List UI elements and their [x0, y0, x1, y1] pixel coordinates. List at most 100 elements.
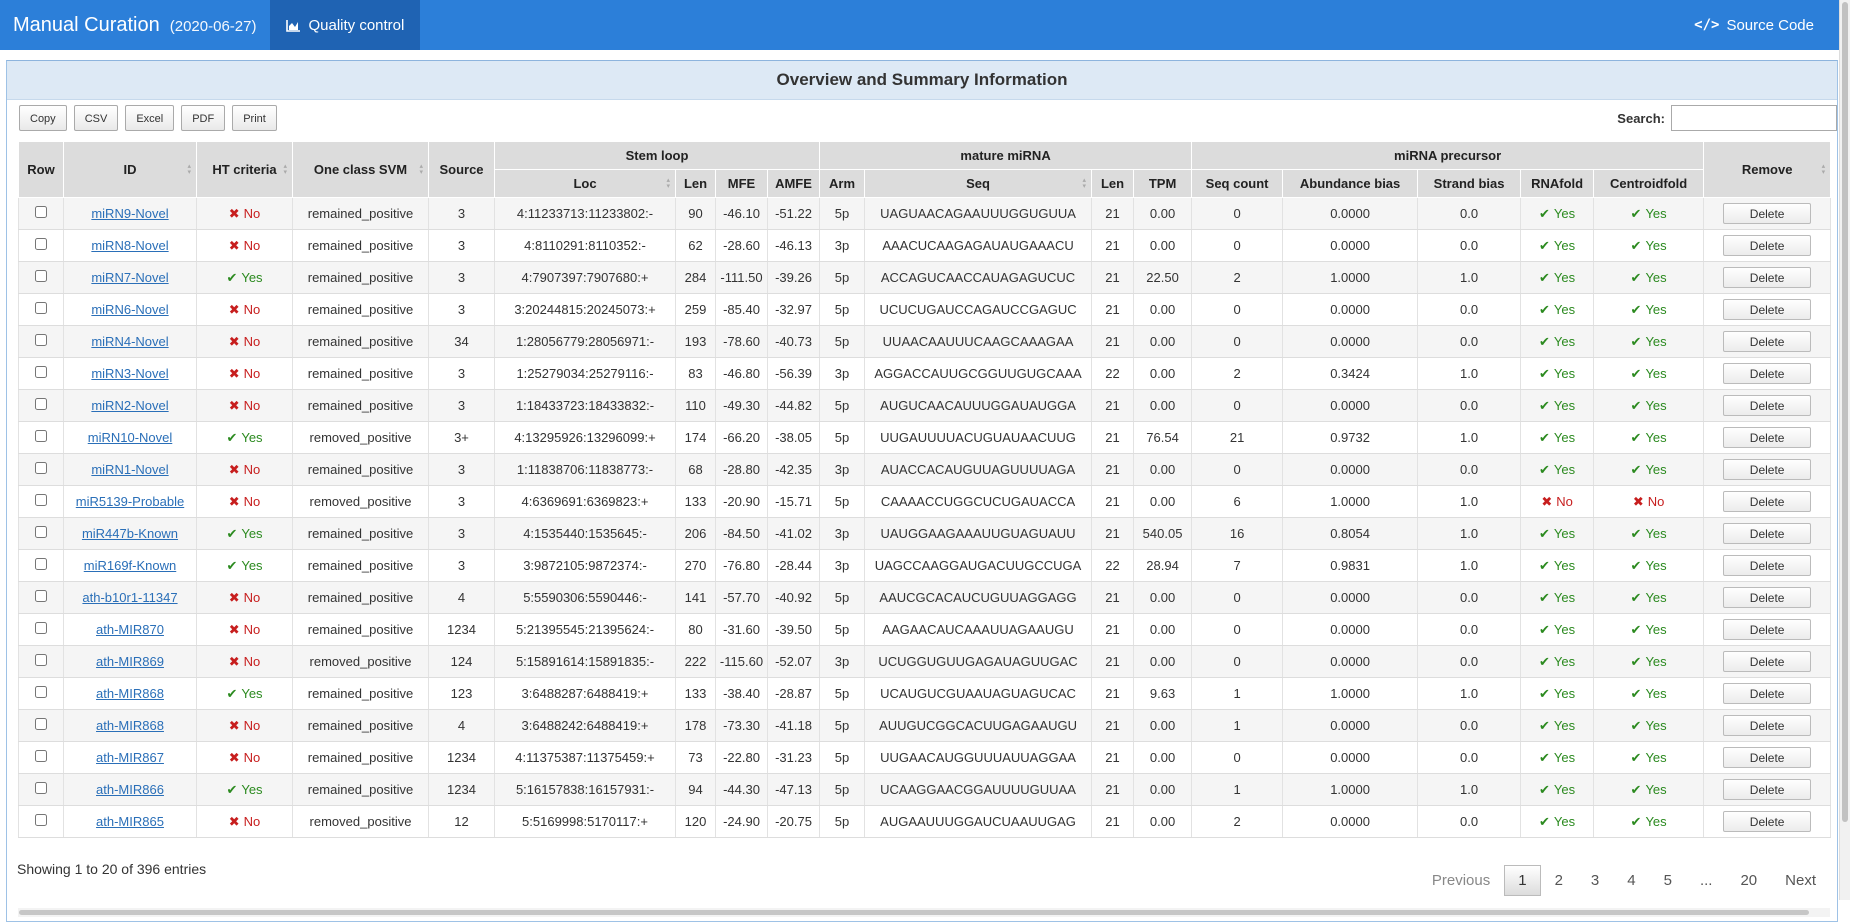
row-checkbox[interactable]: [35, 334, 47, 346]
row-checkbox[interactable]: [35, 782, 47, 794]
delete-button[interactable]: Delete: [1723, 555, 1812, 576]
row-checkbox[interactable]: [35, 622, 47, 634]
row-checkbox[interactable]: [35, 238, 47, 250]
row-checkbox[interactable]: [35, 750, 47, 762]
delete-button[interactable]: Delete: [1723, 523, 1812, 544]
nav-source-code[interactable]: </> Source Code: [1694, 17, 1840, 34]
header-mature-len[interactable]: Len: [1091, 169, 1135, 198]
page-button-4[interactable]: 4: [1613, 872, 1649, 889]
mirna-id-link[interactable]: ath-MIR865: [96, 814, 164, 829]
header-strand-bias[interactable]: Strand bias: [1417, 169, 1522, 198]
delete-button[interactable]: Delete: [1723, 811, 1812, 832]
row-checkbox[interactable]: [35, 590, 47, 602]
mirna-id-link[interactable]: miRN7-Novel: [91, 270, 168, 285]
print-button[interactable]: Print: [232, 105, 277, 131]
header-id[interactable]: ID: [63, 141, 197, 198]
header-centroidfold[interactable]: Centroidfold: [1593, 169, 1705, 198]
header-ht-criteria[interactable]: HT criteria: [196, 141, 293, 198]
delete-button[interactable]: Delete: [1723, 299, 1812, 320]
mirna-id-link[interactable]: miR447b-Known: [82, 526, 178, 541]
mirna-id-link[interactable]: ath-MIR868: [96, 686, 164, 701]
header-seq-count[interactable]: Seq count: [1191, 169, 1284, 198]
row-checkbox[interactable]: [35, 270, 47, 282]
mirna-id-link[interactable]: ath-MIR866: [96, 782, 164, 797]
header-seq[interactable]: Seq: [864, 169, 1093, 198]
row-checkbox[interactable]: [35, 302, 47, 314]
delete-button[interactable]: Delete: [1723, 491, 1812, 512]
page-scroll-thumb[interactable]: [1842, 2, 1848, 822]
table-scroll-thumb[interactable]: [19, 910, 1809, 915]
header-mfe[interactable]: MFE: [715, 169, 768, 198]
header-len[interactable]: Len: [675, 169, 716, 198]
next-page-button[interactable]: Next: [1771, 872, 1830, 889]
header-remove[interactable]: Remove: [1703, 141, 1832, 198]
delete-button[interactable]: Delete: [1723, 459, 1812, 480]
excel-button[interactable]: Excel: [125, 105, 175, 131]
page-button-1[interactable]: 1: [1504, 865, 1541, 896]
mirna-id-link[interactable]: miRN6-Novel: [91, 302, 168, 317]
row-checkbox[interactable]: [35, 526, 47, 538]
header-source[interactable]: Source: [428, 141, 495, 198]
mirna-id-link[interactable]: miR169f-Known: [84, 558, 177, 573]
pdf-button[interactable]: PDF: [181, 105, 226, 131]
header-arm[interactable]: Arm: [819, 169, 866, 198]
header-one-class-svm[interactable]: One class SVM: [292, 141, 429, 198]
mirna-id-link[interactable]: ath-MIR867: [96, 750, 164, 765]
nav-quality-control[interactable]: Quality control: [270, 0, 421, 50]
previous-page-button[interactable]: Previous: [1418, 872, 1504, 889]
row-checkbox[interactable]: [35, 494, 47, 506]
mirna-id-link[interactable]: ath-MIR870: [96, 622, 164, 637]
mirna-id-link[interactable]: miRN2-Novel: [91, 398, 168, 413]
header-loc[interactable]: Loc: [494, 169, 676, 198]
mirna-id-link[interactable]: miRN8-Novel: [91, 238, 168, 253]
mirna-id-link[interactable]: miRN1-Novel: [91, 462, 168, 477]
header-rnafold[interactable]: RNAfold: [1520, 169, 1595, 198]
delete-button[interactable]: Delete: [1723, 587, 1812, 608]
table-horizontal-scrollbar[interactable]: [18, 908, 1830, 917]
delete-button[interactable]: Delete: [1723, 331, 1812, 352]
mirna-id-link[interactable]: miRN4-Novel: [91, 334, 168, 349]
row-checkbox[interactable]: [35, 366, 47, 378]
delete-button[interactable]: Delete: [1723, 715, 1812, 736]
page-button-3[interactable]: 3: [1577, 872, 1613, 889]
row-checkbox[interactable]: [35, 206, 47, 218]
app-title[interactable]: Manual Curation (2020-06-27): [0, 14, 256, 37]
delete-button[interactable]: Delete: [1723, 683, 1812, 704]
delete-button[interactable]: Delete: [1723, 651, 1812, 672]
header-abundance-bias[interactable]: Abundance bias: [1282, 169, 1419, 198]
mirna-id-link[interactable]: miRN9-Novel: [91, 206, 168, 221]
row-checkbox[interactable]: [35, 654, 47, 666]
page-button-2[interactable]: 2: [1541, 872, 1577, 889]
copy-button[interactable]: Copy: [19, 105, 67, 131]
row-checkbox[interactable]: [35, 718, 47, 730]
delete-button[interactable]: Delete: [1723, 395, 1812, 416]
mirna-id-link[interactable]: ath-b10r1-11347: [82, 590, 177, 605]
row-checkbox[interactable]: [35, 430, 47, 442]
page-vertical-scrollbar[interactable]: [1839, 0, 1850, 900]
delete-button[interactable]: Delete: [1723, 427, 1812, 448]
mirna-id-link[interactable]: ath-MIR868: [96, 718, 164, 733]
mirna-id-link[interactable]: miRN10-Novel: [88, 430, 173, 445]
csv-button[interactable]: CSV: [73, 105, 119, 131]
header-row[interactable]: Row: [18, 141, 64, 198]
row-checkbox[interactable]: [35, 462, 47, 474]
page-button-5[interactable]: 5: [1650, 872, 1686, 889]
delete-button[interactable]: Delete: [1723, 747, 1812, 768]
row-checkbox[interactable]: [35, 814, 47, 826]
page-button-20[interactable]: 20: [1726, 872, 1771, 889]
delete-button[interactable]: Delete: [1723, 619, 1812, 640]
row-checkbox[interactable]: [35, 686, 47, 698]
mirna-id-link[interactable]: miRN3-Novel: [91, 366, 168, 381]
delete-button[interactable]: Delete: [1723, 363, 1812, 384]
row-checkbox[interactable]: [35, 558, 47, 570]
delete-button[interactable]: Delete: [1723, 779, 1812, 800]
delete-button[interactable]: Delete: [1723, 203, 1812, 224]
search-input[interactable]: [1671, 105, 1837, 131]
delete-button[interactable]: Delete: [1723, 235, 1812, 256]
header-amfe[interactable]: AMFE: [766, 169, 821, 198]
mirna-id-link[interactable]: ath-MIR869: [96, 654, 164, 669]
header-tpm[interactable]: TPM: [1133, 169, 1193, 198]
row-checkbox[interactable]: [35, 398, 47, 410]
mirna-id-link[interactable]: miR5139-Probable: [76, 494, 184, 509]
delete-button[interactable]: Delete: [1723, 267, 1812, 288]
